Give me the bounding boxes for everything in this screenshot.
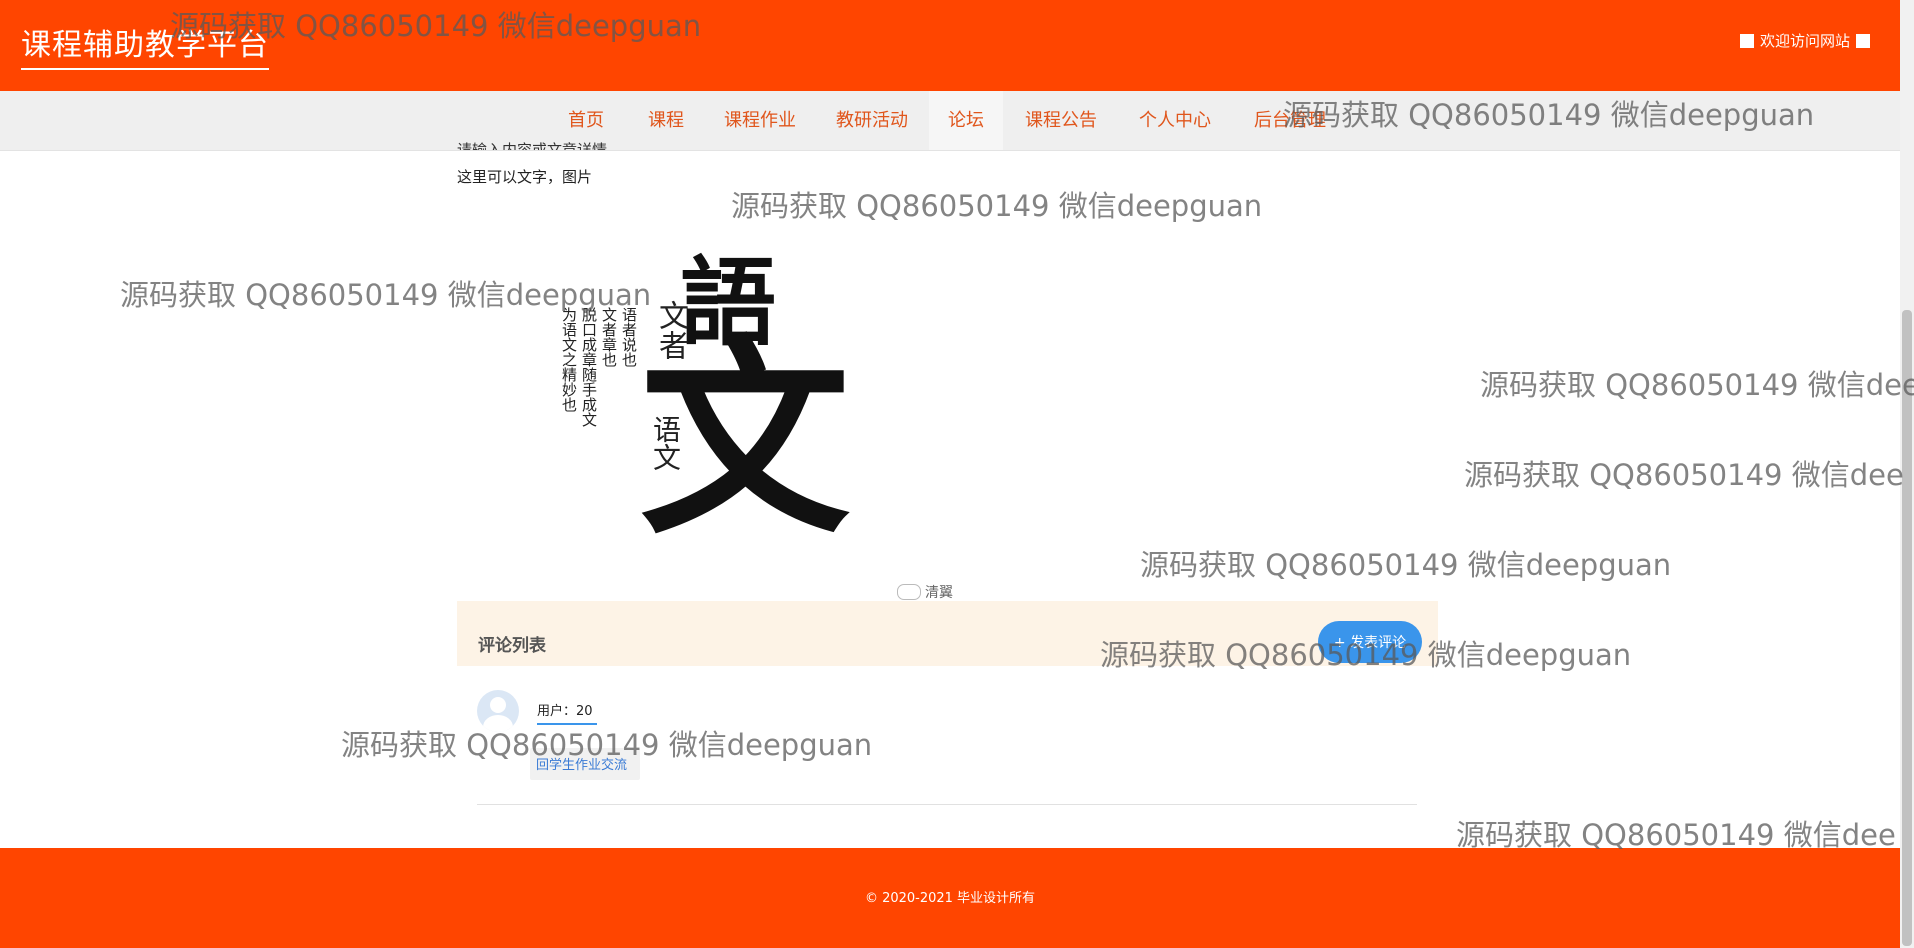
- welcome-area: 欢迎访问网站: [1739, 30, 1870, 51]
- footer: © 2020-2021 毕业设计所有: [0, 848, 1900, 948]
- article-cut-line: 请输入内容或文章详情: [457, 141, 608, 150]
- nav-research-activity[interactable]: 教研活动: [834, 91, 910, 150]
- watermark: 源码获取 QQ86050149 微信deepguan: [731, 189, 1263, 223]
- watermark: 源码获取 QQ86050149 微信dee: [1464, 458, 1904, 492]
- poster-small-b: 语文: [649, 415, 682, 471]
- poster-col-4: 为语文之精妙也: [560, 307, 578, 412]
- image-credit: 清翼: [897, 582, 953, 602]
- watermark: 源码获取 QQ86050149 微信deepguan: [1140, 548, 1672, 582]
- square-icon: [1739, 33, 1754, 48]
- copyright-text: © 2020-2021 毕业设计所有: [864, 891, 1036, 906]
- watermark: 源码获取 QQ86050149 微信dee: [1480, 368, 1914, 402]
- welcome-text[interactable]: 欢迎访问网站: [1760, 30, 1850, 51]
- wechat-icon: [897, 584, 921, 600]
- poster-col-2: 文者章也: [600, 307, 618, 367]
- poster-col-1: 语者说也: [620, 307, 638, 367]
- watermark: 源码获取 QQ86050149 微信deepguan: [120, 278, 652, 312]
- comments-title: 评论列表: [478, 636, 546, 656]
- watermark: 源码获取 QQ86050149 微信deepguan: [170, 9, 702, 43]
- nav-course-notice[interactable]: 课程公告: [1023, 91, 1099, 150]
- nav-course[interactable]: 课程: [646, 91, 686, 150]
- nav-course-homework[interactable]: 课程作业: [722, 91, 798, 150]
- square-icon: [1856, 33, 1870, 48]
- watermark: 源码获取 QQ86050149 微信deepguan: [1100, 638, 1632, 672]
- watermark: 源码获取 QQ86050149 微信dee: [1456, 818, 1896, 852]
- image-credit-text: 清翼: [925, 585, 953, 601]
- article-text: 这里可以文字，图片: [457, 168, 593, 186]
- watermark: 源码获取 QQ86050149 微信deepguan: [1283, 98, 1815, 132]
- divider: [477, 804, 1417, 805]
- poster-col-3: 脱口成章随手成文: [580, 307, 598, 427]
- nav-personal-center[interactable]: 个人中心: [1137, 91, 1213, 150]
- watermark: 源码获取 QQ86050149 微信deepguan: [341, 728, 873, 762]
- poster-small-a: 文者: [653, 300, 688, 360]
- nav-forum[interactable]: 论坛: [929, 91, 1003, 150]
- scrollbar-thumb[interactable]: [1902, 310, 1912, 946]
